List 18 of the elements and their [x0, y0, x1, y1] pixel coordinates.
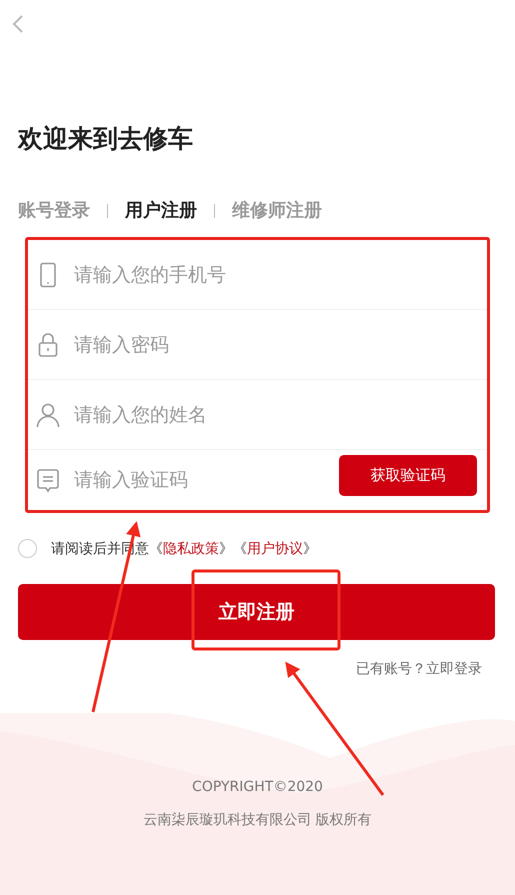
policy-link[interactable]: 隐私政策: [163, 540, 219, 556]
input-field[interactable]: 请输入您的姓名: [74, 400, 479, 430]
tab[interactable]: 用户注册: [125, 198, 197, 224]
input-field[interactable]: 请输入验证码: [74, 465, 339, 495]
login-link[interactable]: 已有账号？立即登录: [356, 660, 482, 678]
page-title: 欢迎来到去修车: [18, 123, 194, 155]
back-icon[interactable]: [12, 14, 24, 34]
agree-radio[interactable]: [18, 539, 37, 558]
person-icon: [36, 402, 60, 428]
company-text: 云南柒辰璇玑科技有限公司 版权所有: [143, 811, 372, 830]
copyright-text: COPYRIGHT©2020: [192, 778, 323, 797]
register-button[interactable]: 立即注册: [18, 584, 495, 640]
get-code-button[interactable]: 获取验证码: [339, 454, 477, 496]
policy-link[interactable]: 用户协议: [247, 540, 303, 556]
input-field[interactable]: 请输入密码: [74, 330, 479, 360]
input-field[interactable]: 请输入您的手机号: [74, 260, 479, 290]
message-icon: [36, 467, 60, 493]
lock-icon: [36, 332, 60, 358]
